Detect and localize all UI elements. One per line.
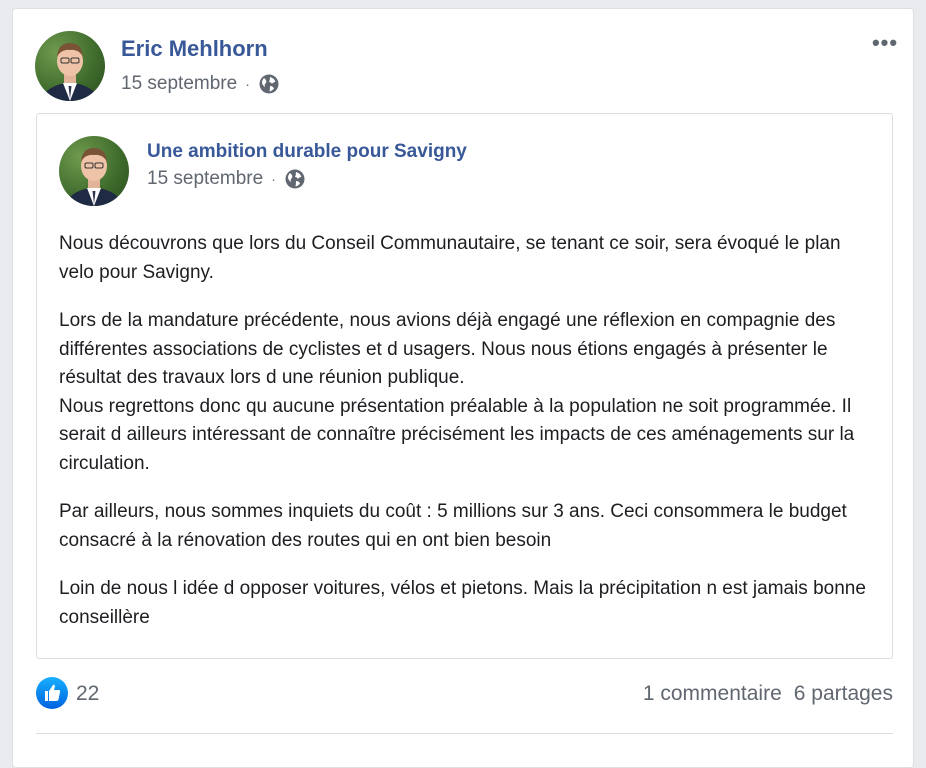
- post-meta: 15 septembre ·: [121, 73, 280, 95]
- globe-icon[interactable]: [258, 73, 280, 95]
- post-paragraph: Nous regrettons donc qu aucune présentat…: [59, 395, 855, 474]
- page-avatar[interactable]: [59, 136, 129, 206]
- engagement-stats: 1 commentaire 6 partages: [643, 682, 893, 706]
- post-paragraph: Nous découvrons que lors du Conseil Comm…: [59, 233, 841, 283]
- footer-divider: [36, 733, 893, 734]
- author-avatar[interactable]: [35, 31, 105, 101]
- post-paragraph: Loin de nous l idée d opposer voitures, …: [59, 578, 866, 628]
- post-date[interactable]: 15 septembre: [121, 73, 237, 95]
- comments-count-link[interactable]: 1 commentaire: [643, 682, 782, 705]
- meta-separator: ·: [245, 76, 250, 92]
- like-thumb-icon[interactable]: [36, 677, 68, 709]
- post-paragraph: Par ailleurs, nous sommes inquiets du co…: [59, 501, 847, 551]
- person-portrait-icon: [39, 43, 101, 101]
- globe-icon[interactable]: [284, 168, 306, 190]
- shared-post-meta: 15 septembre ·: [147, 168, 306, 190]
- shared-post-date[interactable]: 15 septembre: [147, 168, 263, 190]
- post-paragraph-group: Lors de la mandature précédente, nous av…: [59, 307, 879, 478]
- post-footer: 22 1 commentaire 6 partages: [36, 677, 893, 717]
- page-name[interactable]: Une ambition durable pour Savigny: [147, 141, 467, 163]
- author-name[interactable]: Eric Mehlhorn: [121, 36, 268, 62]
- person-portrait-icon: [63, 148, 125, 206]
- shared-post[interactable]: Une ambition durable pour Savigny 15 sep…: [36, 113, 893, 659]
- shares-count-link[interactable]: 6 partages: [794, 682, 893, 705]
- like-count[interactable]: 22: [76, 682, 99, 706]
- post-paragraph: Lors de la mandature précédente, nous av…: [59, 310, 836, 388]
- meta-separator: ·: [271, 171, 276, 187]
- more-options-button[interactable]: •••: [868, 32, 902, 54]
- post-text: Nous découvrons que lors du Conseil Comm…: [59, 230, 879, 652]
- post-card: Eric Mehlhorn 15 septembre · ••• Une amb…: [12, 8, 914, 768]
